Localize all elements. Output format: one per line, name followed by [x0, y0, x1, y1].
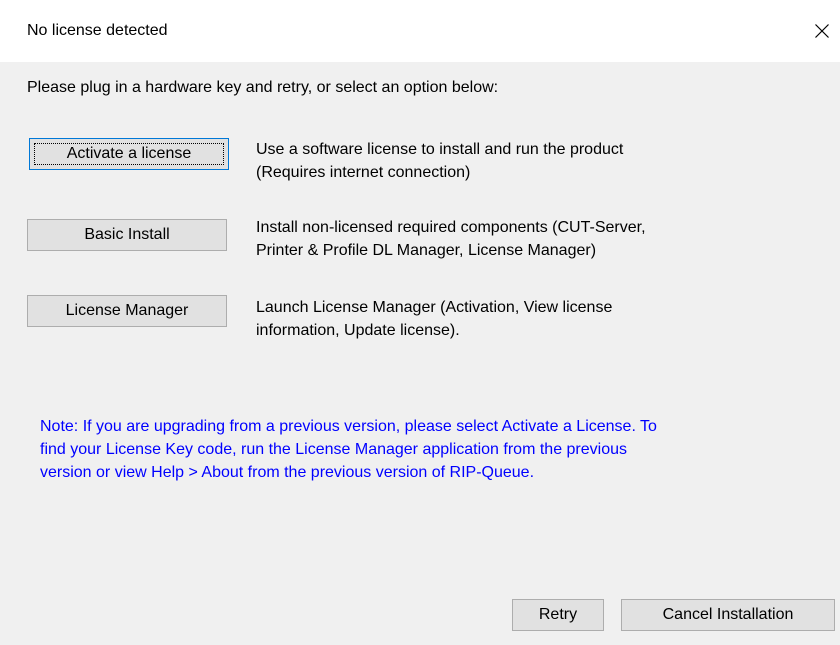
retry-label: Retry: [538, 606, 578, 623]
cancel-installation-button[interactable]: Cancel Installation: [621, 599, 835, 631]
title-bar: No license detected: [0, 0, 840, 62]
license-manager-button[interactable]: License Manager: [27, 295, 227, 327]
note-line: Note: If you are upgrading from a previo…: [40, 418, 657, 435]
basic-install-button[interactable]: Basic Install: [27, 219, 227, 251]
activate-license-description: Use a software license to install and ru…: [256, 138, 796, 184]
activate-license-label: Activate a license: [66, 145, 192, 162]
retry-button[interactable]: Retry: [512, 599, 604, 631]
note-line: version or view Help > About from the pr…: [40, 464, 535, 481]
description-line: Use a software license to install and ru…: [256, 141, 624, 158]
basic-install-description: Install non-licensed required components…: [256, 216, 796, 262]
close-icon: [815, 24, 829, 38]
basic-install-label: Basic Install: [84, 226, 170, 243]
license-manager-label: License Manager: [65, 302, 189, 319]
window-title: No license detected: [27, 22, 168, 39]
description-line: Printer & Profile DL Manager, License Ma…: [256, 242, 597, 259]
description-line: (Requires internet connection): [256, 164, 471, 181]
description-line: information, Update license).: [256, 322, 460, 339]
note-line: find your License Key code, run the Lice…: [40, 441, 628, 458]
cancel-installation-label: Cancel Installation: [662, 606, 794, 623]
description-line: Install non-licensed required components…: [256, 219, 646, 236]
dialog-body: Please plug in a hardware key and retry,…: [0, 62, 840, 645]
description-line: Launch License Manager (Activation, View…: [256, 299, 613, 316]
license-manager-description: Launch License Manager (Activation, View…: [256, 296, 796, 342]
prompt-text: Please plug in a hardware key and retry,…: [27, 79, 499, 96]
activate-license-button[interactable]: Activate a license: [29, 138, 229, 170]
upgrade-note: Note: If you are upgrading from a previo…: [40, 415, 815, 484]
close-button[interactable]: [805, 16, 839, 46]
